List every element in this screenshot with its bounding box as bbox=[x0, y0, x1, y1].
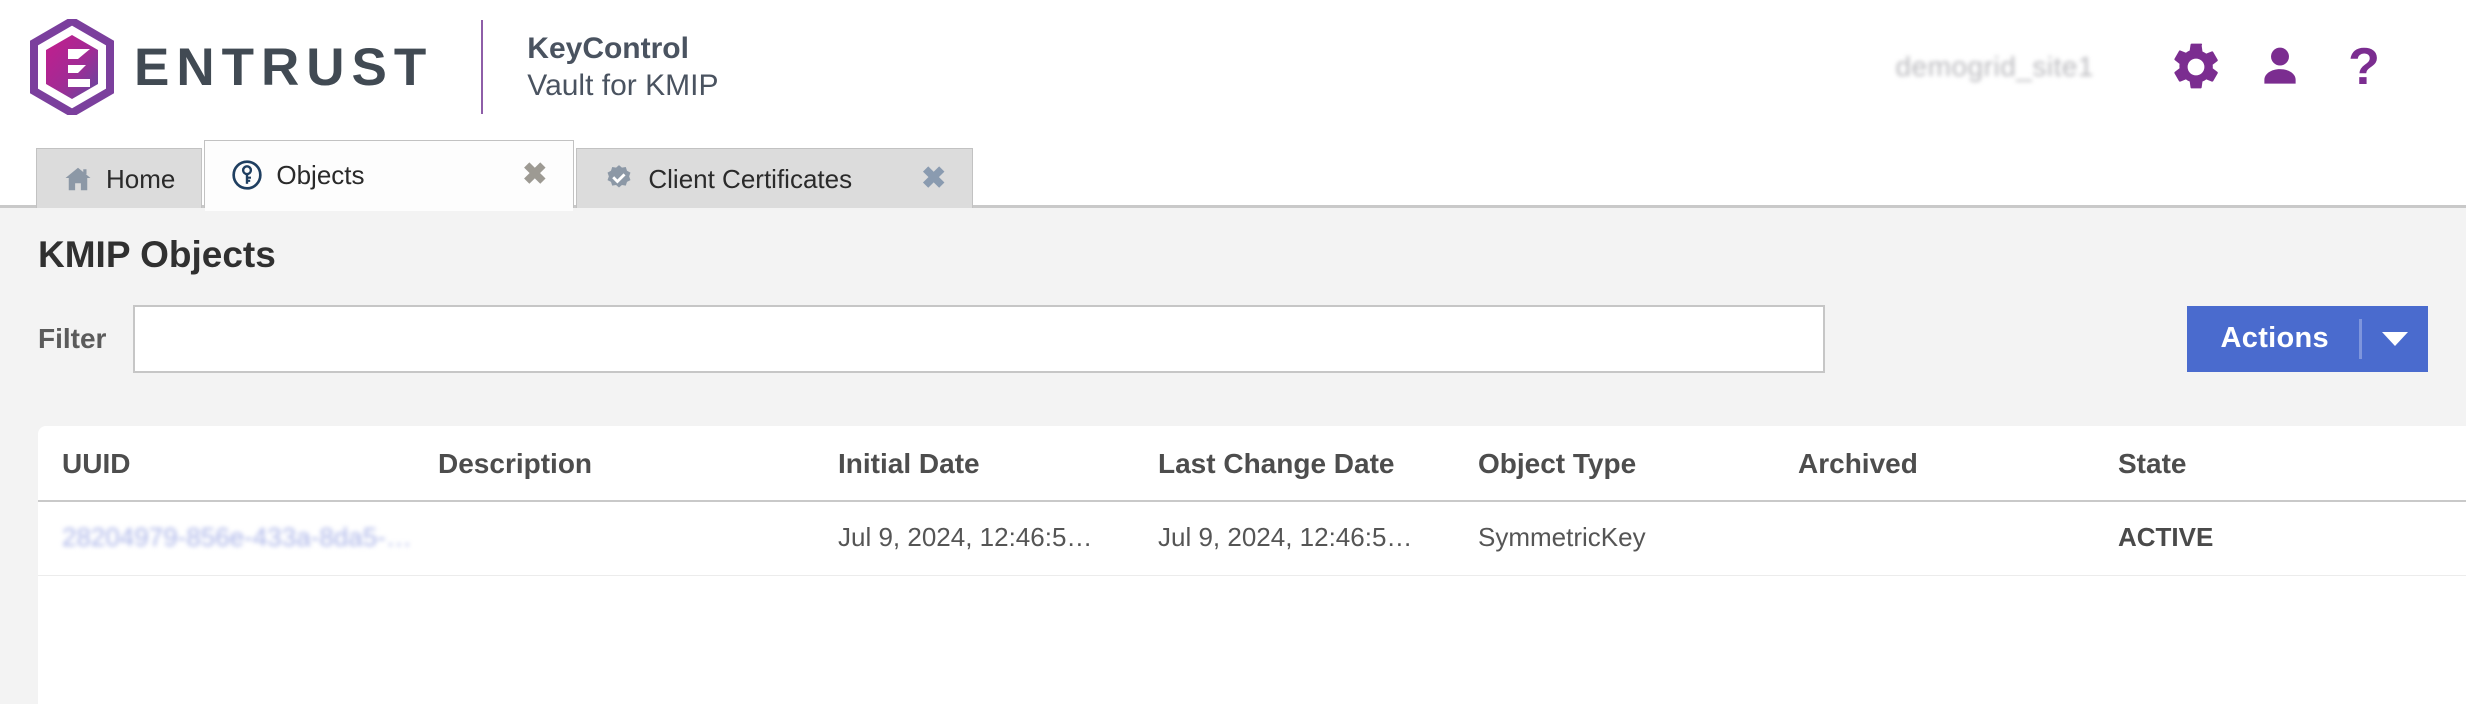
cell-uuid[interactable]: 28204979-856e-433a-8da5-… bbox=[38, 501, 438, 576]
help-button[interactable]: ? bbox=[2322, 25, 2406, 109]
cell-object-type: SymmetricKey bbox=[1478, 501, 1798, 576]
chevron-down-icon bbox=[2382, 331, 2408, 346]
entrust-wordmark: ENTRUST bbox=[134, 37, 434, 97]
column-header-initial-date[interactable]: Initial Date bbox=[838, 426, 1158, 502]
tab-objects-label: Objects bbox=[276, 159, 365, 190]
settings-button[interactable] bbox=[2154, 25, 2238, 109]
cell-initial-date: Jul 9, 2024, 12:46:5… bbox=[838, 501, 1158, 576]
app-header: ENTRUST KeyControl Vault for KMIP demogr… bbox=[0, 0, 2466, 134]
cell-state: ACTIVE bbox=[2118, 501, 2466, 576]
brand-block: ENTRUST bbox=[28, 0, 433, 134]
column-header-description[interactable]: Description bbox=[438, 426, 838, 502]
product-name-primary: KeyControl bbox=[527, 31, 689, 65]
question-mark-icon: ? bbox=[2348, 38, 2380, 96]
gear-icon bbox=[2168, 39, 2224, 95]
filter-label: Filter bbox=[38, 322, 107, 354]
key-circle-icon bbox=[231, 159, 263, 191]
tab-objects[interactable]: Objects ✖ bbox=[204, 140, 575, 211]
table-header-row: UUID Description Initial Date Last Chang… bbox=[38, 426, 2466, 502]
table-row[interactable]: 28204979-856e-433a-8da5-… Jul 9, 2024, 1… bbox=[38, 501, 2466, 576]
tab-client-certificates[interactable]: Client Certificates ✖ bbox=[576, 148, 974, 208]
brand-divider bbox=[481, 20, 484, 114]
certificate-seal-icon bbox=[603, 163, 635, 195]
tab-home[interactable]: Home bbox=[36, 148, 203, 208]
user-icon bbox=[2255, 39, 2305, 95]
column-header-uuid[interactable]: UUID bbox=[38, 426, 438, 502]
filter-row: Filter Actions bbox=[0, 303, 2466, 375]
main-content: KMIP Objects Filter Actions UUID Descrip… bbox=[0, 208, 2466, 704]
filter-input[interactable] bbox=[133, 304, 1825, 373]
site-name-label: demogrid_site1 bbox=[1895, 51, 2094, 82]
table-body: 28204979-856e-433a-8da5-… Jul 9, 2024, 1… bbox=[38, 501, 2466, 576]
table-header: UUID Description Initial Date Last Chang… bbox=[38, 426, 2466, 502]
column-header-object-type[interactable]: Object Type bbox=[1478, 426, 1798, 502]
tab-client-certificates-close-icon[interactable]: ✖ bbox=[865, 163, 946, 194]
product-name-secondary: Vault for KMIP bbox=[527, 69, 719, 102]
tab-client-certificates-label: Client Certificates bbox=[648, 163, 853, 194]
actions-button-label: Actions bbox=[2220, 322, 2329, 355]
tab-objects-close-icon[interactable]: ✖ bbox=[432, 159, 547, 190]
tab-bar: Home Objects ✖ Client Certificates ✖ bbox=[0, 134, 2466, 211]
column-header-last-change-date[interactable]: Last Change Date bbox=[1158, 426, 1478, 502]
product-name-block: KeyControl Vault for KMIP bbox=[527, 30, 718, 105]
cell-description bbox=[438, 501, 838, 576]
user-account-button[interactable] bbox=[2238, 25, 2322, 109]
column-header-archived[interactable]: Archived bbox=[1798, 426, 2118, 502]
column-header-state[interactable]: State bbox=[2118, 426, 2466, 502]
actions-button[interactable]: Actions bbox=[2186, 305, 2428, 372]
page-title: KMIP Objects bbox=[38, 234, 276, 275]
cell-last-change-date: Jul 9, 2024, 12:46:5… bbox=[1158, 501, 1478, 576]
tab-home-label: Home bbox=[106, 163, 176, 194]
header-actions: demogrid_site1 ? bbox=[1896, 25, 2406, 109]
cell-archived bbox=[1798, 501, 2118, 576]
kmip-objects-table-card: UUID Description Initial Date Last Chang… bbox=[38, 426, 2466, 704]
kmip-objects-table: UUID Description Initial Date Last Chang… bbox=[38, 426, 2466, 576]
entrust-hexagon-logo-icon bbox=[28, 16, 116, 118]
actions-button-group: Actions bbox=[2186, 305, 2428, 372]
home-icon bbox=[63, 164, 93, 194]
actions-dropdown-toggle[interactable] bbox=[2362, 306, 2428, 372]
